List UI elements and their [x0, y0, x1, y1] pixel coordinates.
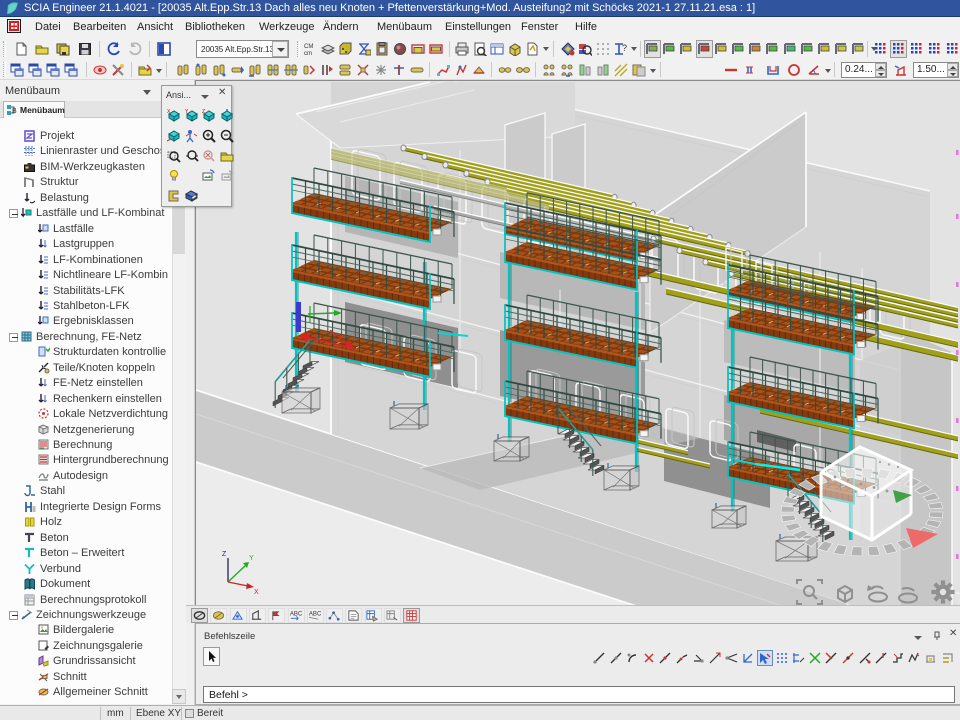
svg-text:?: ?	[622, 43, 627, 53]
svg-text:Z: Z	[222, 551, 227, 558]
svg-text:X: X	[254, 589, 259, 596]
svg-text:ABC: ABC	[309, 611, 321, 617]
svg-text:Y: Y	[249, 555, 254, 562]
svg-text:Z: Z	[202, 109, 205, 115]
svg-text:ABC: ABC	[290, 611, 302, 617]
svg-text:cm: cm	[304, 51, 312, 56]
svg-text:B: B	[12, 108, 17, 115]
svg-text:CM: CM	[304, 44, 313, 50]
